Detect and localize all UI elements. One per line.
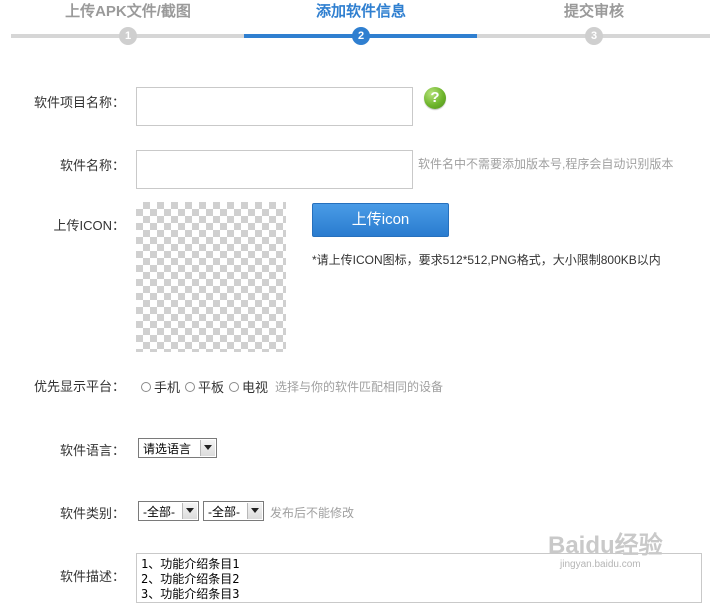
radio-phone[interactable] <box>141 381 151 392</box>
step-number-1: 1 <box>119 27 137 45</box>
step-number-3: 3 <box>585 27 603 45</box>
category-primary-value: -全部- <box>143 504 175 519</box>
step-label-submit: 提交审核 <box>563 3 624 20</box>
baidu-watermark-url: jingyan.baidu.com <box>560 559 641 570</box>
software-name-label: 软件名称： <box>59 158 125 173</box>
language-select[interactable]: 请选语言 <box>138 438 217 458</box>
radio-tv-label: 电视 <box>242 380 269 395</box>
radio-tv[interactable] <box>229 381 240 392</box>
radio-tablet[interactable] <box>185 381 196 392</box>
baidu-watermark-brand: Baidu经验 <box>548 532 663 559</box>
category-label: 软件类别： <box>59 506 125 521</box>
category-secondary-value: -全部- <box>208 504 240 519</box>
chevron-down-icon[interactable] <box>182 503 197 519</box>
language-label: 软件语言： <box>59 443 125 458</box>
software-name-hint: 软件名中不需要添加版本号,程序会自动识别版本 <box>418 157 674 171</box>
platform-option-tablet[interactable]: 平板 <box>185 377 224 396</box>
step-number-2: 2 <box>352 27 370 45</box>
platform-radio-group: 手机 平板 电视 选择与你的软件匹配相同的设备 <box>141 377 443 396</box>
icon-preview <box>136 202 286 352</box>
category-select-primary[interactable]: -全部- <box>138 501 199 521</box>
platform-hint: 选择与你的软件匹配相同的设备 <box>275 380 444 394</box>
question-icon[interactable]: ? <box>424 87 446 109</box>
chevron-down-icon[interactable] <box>247 503 262 519</box>
upload-icon-label: 上传ICON： <box>53 218 125 233</box>
description-label: 软件描述： <box>59 569 125 584</box>
platform-option-phone[interactable]: 手机 <box>141 377 180 396</box>
category-select-secondary[interactable]: -全部- <box>203 501 264 521</box>
category-hint: 发布后不能修改 <box>270 506 355 520</box>
platform-label: 优先显示平台： <box>33 379 125 394</box>
upload-icon-button[interactable]: 上传icon <box>312 203 449 237</box>
chevron-down-icon[interactable] <box>200 440 215 456</box>
step-label-upload: 上传APK文件/截图 <box>65 3 191 20</box>
step-label-add-info: 添加软件信息 <box>315 3 406 20</box>
software-name-input[interactable] <box>136 150 413 189</box>
description-line-2: 2、功能介绍条目2 <box>141 572 240 586</box>
platform-option-tv[interactable]: 电视 <box>229 377 268 396</box>
radio-tablet-label: 平板 <box>198 380 225 395</box>
language-selected-value: 请选语言 <box>143 441 192 456</box>
project-name-input[interactable] <box>136 87 413 126</box>
radio-phone-label: 手机 <box>154 380 181 395</box>
icon-requirement-note: *请上传ICON图标，要求512*512,PNG格式，大小限制800KB以内 <box>312 253 661 267</box>
description-line-3: 3、功能介绍条目3 <box>141 587 240 601</box>
project-name-label: 软件项目名称： <box>33 95 125 110</box>
